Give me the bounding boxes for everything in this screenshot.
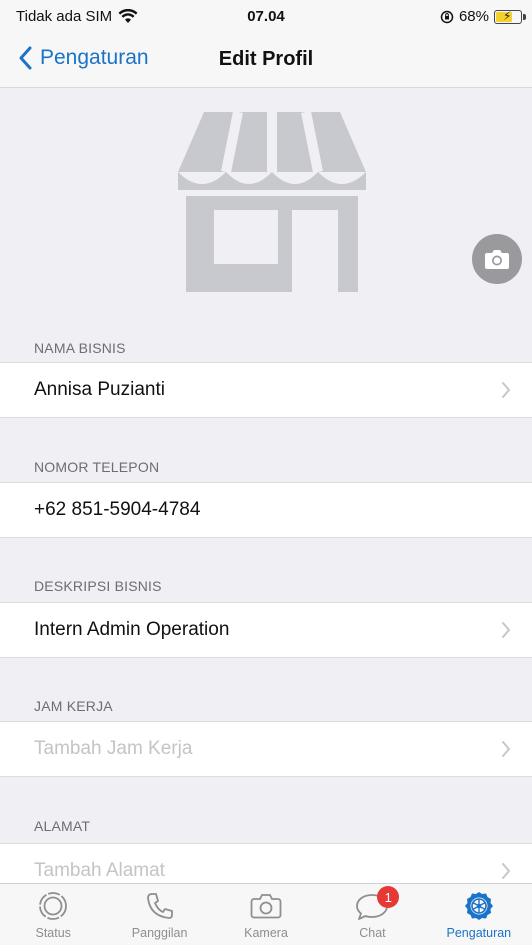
change-photo-button[interactable] (472, 234, 522, 284)
deskripsi-bisnis-value: Intern Admin Operation (34, 619, 230, 640)
tab-status[interactable]: Status (0, 884, 106, 945)
nav-bar: Pengaturan Edit Profil (0, 34, 532, 88)
section-header-deskripsi-bisnis: DESKRIPSI BISNIS (34, 578, 162, 594)
row-jam-kerja[interactable]: Tambah Jam Kerja (0, 721, 532, 777)
camera-icon (485, 250, 509, 269)
tab-status-label: Status (35, 926, 71, 940)
tab-panggilan-label: Panggilan (131, 926, 188, 940)
settings-icon (464, 892, 493, 920)
section-header-nama-bisnis: NAMA BISNIS (34, 340, 126, 356)
row-nomor-telepon: +62 851-5904-4784 (0, 482, 532, 538)
nomor-telepon-value: +62 851-5904-4784 (34, 499, 201, 520)
status-right: 68% ⚡ (440, 8, 526, 25)
tab-chat[interactable]: 1 Chat (319, 884, 425, 945)
tab-kamera[interactable]: Kamera (213, 884, 319, 945)
chevron-right-icon (502, 622, 510, 638)
chat-unread-badge: 1 (377, 886, 400, 908)
section-header-alamat: ALAMAT (34, 818, 91, 834)
camera-icon (250, 894, 282, 919)
row-deskripsi-bisnis[interactable]: Intern Admin Operation (0, 602, 532, 658)
tab-kamera-label: Kamera (244, 926, 288, 940)
alamat-placeholder: Tambah Alamat (34, 860, 165, 881)
tab-chat-label: Chat (359, 926, 386, 940)
section-header-jam-kerja: JAM KERJA (34, 698, 113, 714)
profile-photo-area[interactable] (0, 88, 532, 320)
tab-bar: Status Panggilan Kamera 1 Chat Pengatura… (0, 883, 532, 945)
tab-pengaturan[interactable]: Pengaturan (426, 884, 532, 945)
chevron-right-icon (502, 863, 510, 879)
orientation-lock-icon (440, 10, 454, 23)
chevron-right-icon (502, 741, 510, 757)
battery-icon: ⚡ (494, 8, 526, 24)
tab-panggilan[interactable]: Panggilan (106, 884, 212, 945)
phone-icon (146, 893, 173, 919)
battery-percent: 68% (458, 8, 489, 25)
page-title: Edit Profil (218, 48, 314, 70)
row-nama-bisnis[interactable]: Annisa Puzianti (0, 362, 532, 418)
store-icon (178, 111, 366, 292)
tab-pengaturan-label: Pengaturan (446, 926, 512, 940)
jam-kerja-placeholder: Tambah Jam Kerja (34, 738, 193, 759)
status-bar: Tidak ada SIM 07.04 68% ⚡ (0, 0, 532, 34)
section-header-nomor-telepon: NOMOR TELEPON (34, 459, 160, 475)
status-icon (39, 892, 68, 920)
nama-bisnis-value: Annisa Puzianti (34, 379, 165, 400)
chevron-right-icon (502, 382, 510, 398)
charging-bolt-icon: ⚡ (503, 8, 512, 23)
